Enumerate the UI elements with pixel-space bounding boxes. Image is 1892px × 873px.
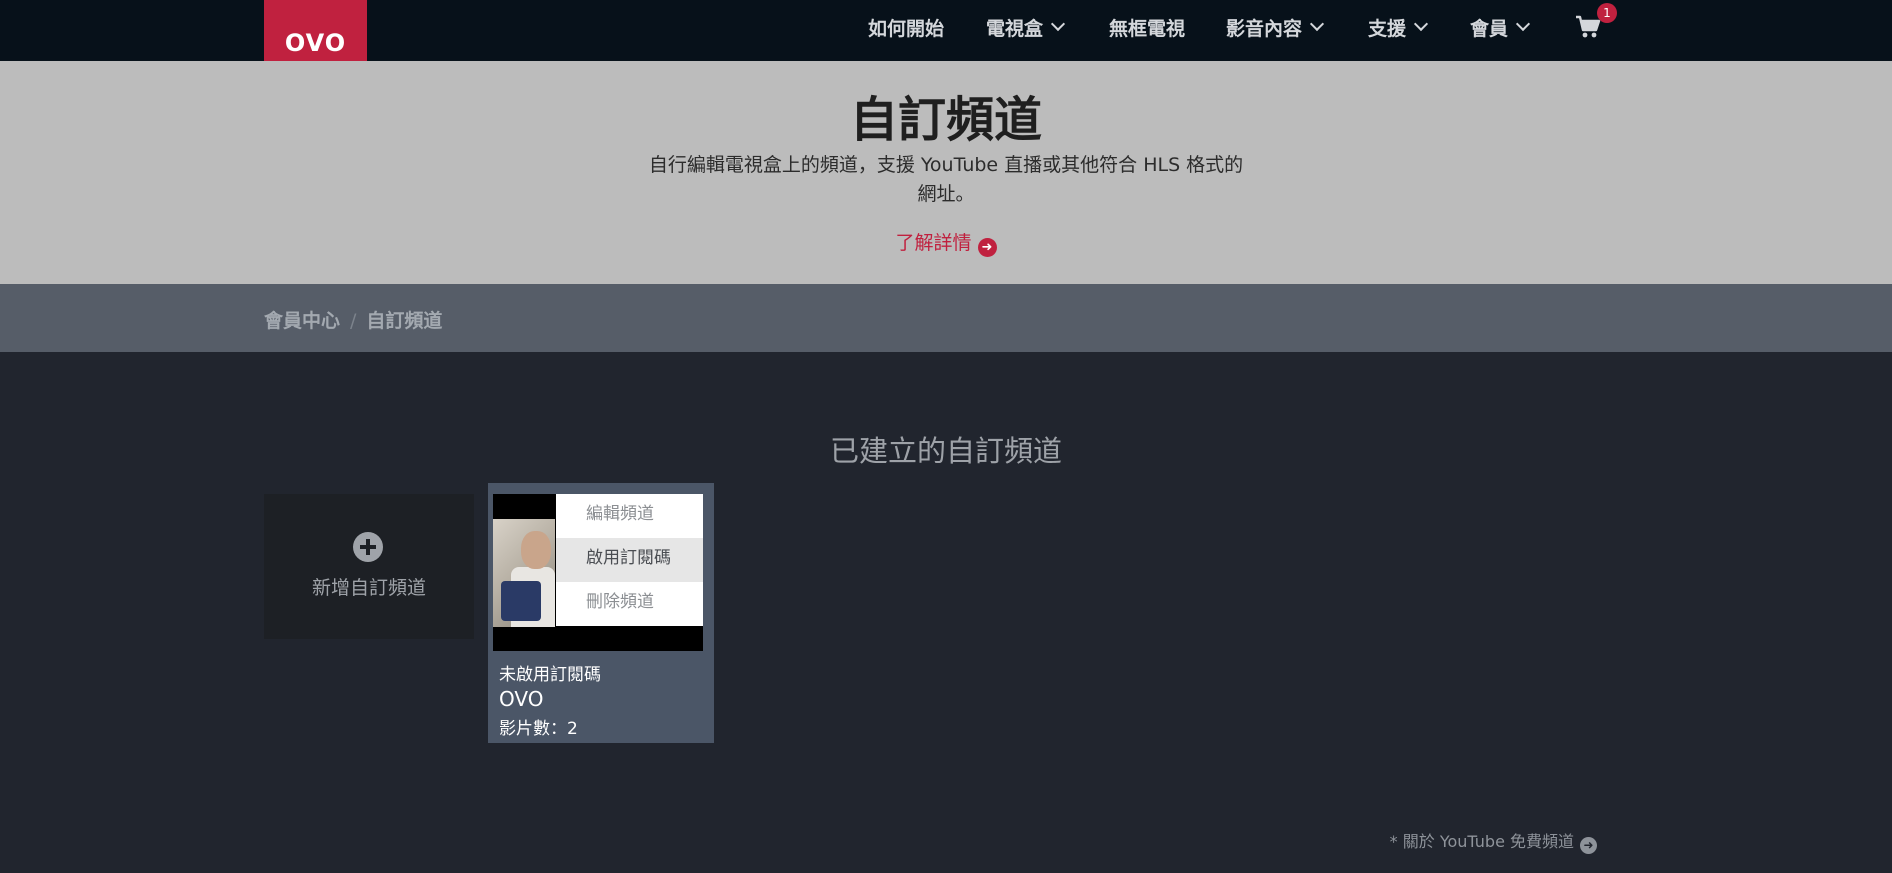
logo-text: OVO (284, 28, 347, 57)
nav-support[interactable]: 支援 (1368, 0, 1429, 54)
menu-activate-code[interactable]: 啟用訂閱碼 (556, 538, 703, 582)
cart-count-badge: 1 (1597, 3, 1617, 23)
chevron-down-icon (1413, 16, 1429, 32)
nav-label: 如何開始 (868, 17, 945, 40)
section-title: 已建立的自訂頻道 (829, 434, 1062, 468)
arrow-circle-right-icon: ➜ (1580, 837, 1597, 854)
breadcrumb-member-center[interactable]: 會員中心 (264, 310, 340, 332)
chevron-down-icon (1309, 16, 1325, 32)
nav-label: 無框電視 (1109, 17, 1186, 40)
nav-label: 影音內容 (1226, 17, 1303, 40)
plus-circle-icon (353, 532, 383, 562)
nav-tv-box[interactable]: 電視盒 (986, 0, 1066, 54)
nav-label: 支援 (1368, 17, 1407, 40)
add-channel-card[interactable] (264, 494, 474, 639)
nav-member[interactable]: 會員 (1470, 0, 1531, 54)
breadcrumb-current: 自訂頻道 (366, 310, 443, 332)
channel-name: OVO (499, 687, 544, 711)
nav-media-content[interactable]: 影音內容 (1226, 0, 1325, 54)
add-channel-label: 新增自訂頻道 (311, 577, 426, 599)
nav-how-to-start[interactable]: 如何開始 (868, 0, 944, 54)
thumbnail-image (493, 519, 555, 627)
chevron-down-icon (1515, 16, 1531, 32)
learn-more-link[interactable]: 了解詳情 ➜ (0, 228, 1892, 257)
menu-delete-channel[interactable]: 刪除頻道 (556, 582, 703, 626)
chevron-down-icon (1050, 16, 1066, 32)
channel-video-count: 影片數：2 (499, 719, 578, 739)
arrow-circle-right-icon: ➜ (977, 238, 997, 257)
nav-label: 電視盒 (986, 17, 1044, 40)
channel-status: 未啟用訂閱碼 (499, 665, 601, 685)
breadcrumb-separator: / (350, 310, 357, 332)
footer-link-label: * 關於 YouTube 免費頻道 (1389, 832, 1574, 851)
cart-icon[interactable] (1575, 14, 1601, 40)
menu-edit-channel[interactable]: 編輯頻道 (556, 494, 703, 538)
breadcrumb: 會員中心 / 自訂頻道 (264, 306, 442, 333)
learn-more-label: 了解詳情 (895, 232, 972, 254)
page-description: 自行編輯電視盒上的頻道，支援 YouTube 直播或其他符合 HLS 格式的網址… (648, 154, 1244, 205)
nav-frameless-tv[interactable]: 無框電視 (1109, 0, 1185, 54)
channel-actions-menu: 編輯頻道 啟用訂閱碼 刪除頻道 (556, 494, 703, 626)
nav-label: 會員 (1470, 17, 1509, 40)
youtube-free-channel-link[interactable]: * 關於 YouTube 免費頻道 ➜ (1390, 828, 1597, 854)
page-title: 自訂頻道 (849, 92, 1042, 148)
